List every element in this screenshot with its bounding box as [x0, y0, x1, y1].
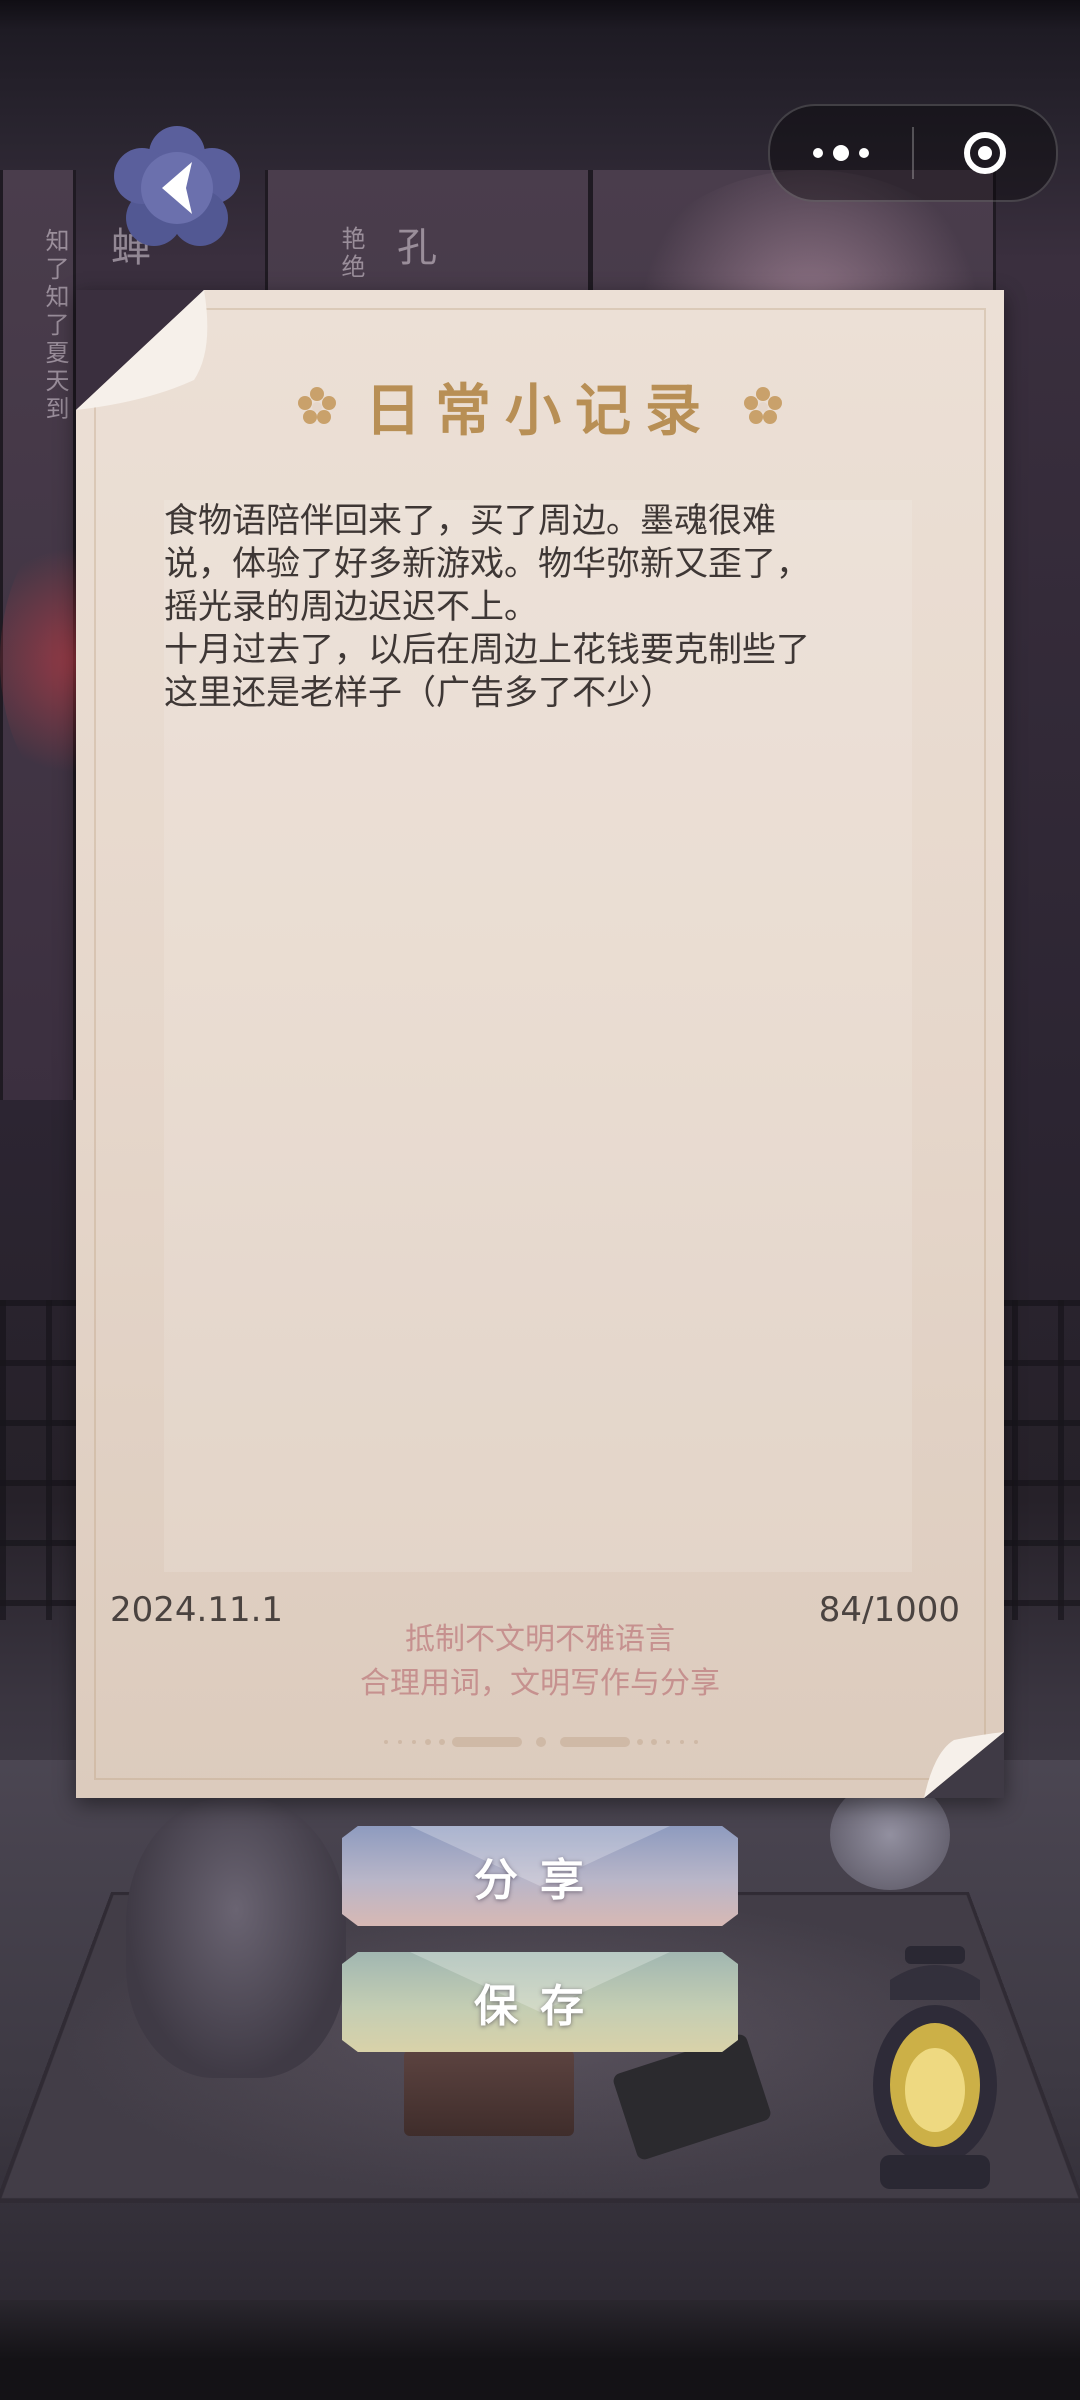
background-vertical-text: 艳绝 — [337, 226, 365, 282]
app-screen: 蝉 知了知了夏天到 艳绝 孔 日常小记录 食物语陪伴回来了，买了周边。墨魂很难 … — [0, 0, 1080, 2400]
back-button[interactable] — [112, 126, 242, 246]
close-button[interactable] — [914, 106, 1056, 200]
save-button[interactable]: 保存 — [342, 1952, 738, 2052]
target-circle-icon — [964, 132, 1006, 174]
diary-card: 日常小记录 食物语陪伴回来了，买了周边。墨魂很难 说，体验了好多新游戏。物华弥新… — [76, 290, 1004, 1798]
share-button[interactable]: 分享 — [342, 1826, 738, 1926]
save-button-label: 保存 — [474, 1981, 606, 2032]
notice-line: 抵制不文明不雅语言 — [405, 1622, 675, 1657]
folded-corner-bottom-right — [924, 1732, 1004, 1798]
more-button[interactable] — [770, 106, 912, 200]
background-vertical-text: 知了知了夏天到 — [41, 228, 69, 424]
decorative-ornament — [384, 1737, 698, 1747]
more-dots-icon — [813, 145, 869, 161]
sakura-icon — [298, 387, 336, 424]
sakura-icon — [744, 387, 782, 424]
background-figure — [126, 1798, 346, 2078]
card-title-row: 日常小记录 — [76, 366, 1004, 446]
mini-program-capsule — [768, 104, 1058, 202]
notice-line: 合理用词，文明写作与分享 — [360, 1666, 720, 1701]
background-vertical-text: 孔 — [390, 226, 436, 270]
card-title: 日常小记录 — [365, 377, 715, 444]
background-box — [404, 2050, 574, 2136]
diary-entry-text: 食物语陪伴回来了，买了周边。墨魂很难 说，体验了好多新游戏。物华弥新又歪了， 摇… — [164, 501, 810, 713]
civility-notice: 抵制不文明不雅语言 合理用词，文明写作与分享 — [76, 1618, 1004, 1706]
share-button-label: 分享 — [474, 1855, 606, 1906]
lantern-icon — [873, 1946, 997, 2189]
